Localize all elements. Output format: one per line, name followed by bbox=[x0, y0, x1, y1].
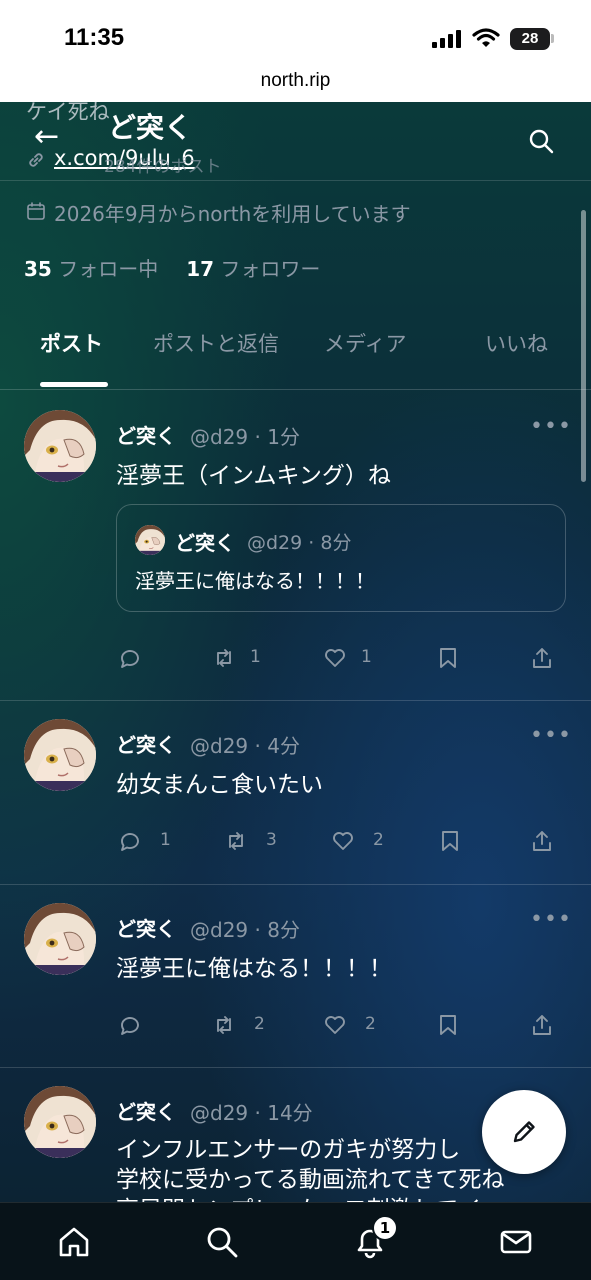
quote-text: 淫夢王に俺はなる！！！！ bbox=[135, 569, 375, 593]
post-actions: 2 2 bbox=[0, 1011, 591, 1041]
more-icon[interactable]: ••• bbox=[530, 723, 572, 748]
avatar[interactable] bbox=[24, 719, 96, 791]
link-icon bbox=[29, 153, 43, 167]
repost-count: 2 bbox=[254, 1014, 265, 1034]
post-actions: 1 1 bbox=[0, 644, 591, 674]
quote-meta: @d29 · 8分 bbox=[247, 532, 352, 554]
post-text: 淫夢王（インムキング）ね bbox=[116, 463, 391, 489]
post-text: 淫夢王に俺はなる！！！！ bbox=[116, 956, 392, 982]
avatar-picture bbox=[24, 410, 96, 482]
followers-count: 17 bbox=[186, 257, 215, 281]
avatar-picture bbox=[24, 719, 96, 791]
quote-author-name: ど突く bbox=[175, 531, 235, 555]
home-icon bbox=[59, 1227, 89, 1257]
reply-icon bbox=[121, 650, 139, 668]
followers-link[interactable]: 17 フォロワー bbox=[186, 257, 320, 281]
calendar-icon bbox=[27, 202, 45, 220]
post-text-line: インフルエンサーのガキが努力し bbox=[116, 1137, 461, 1163]
like-icon bbox=[325, 649, 345, 667]
bookmark-icon bbox=[440, 648, 456, 668]
wifi-icon bbox=[472, 28, 500, 47]
more-icon[interactable]: ••• bbox=[530, 907, 572, 932]
compose-pencil-icon bbox=[513, 1121, 535, 1143]
bookmark-icon bbox=[442, 831, 458, 851]
compose-button[interactable] bbox=[482, 1090, 566, 1174]
like-count: 1 bbox=[361, 647, 372, 667]
post-author-name[interactable]: ど突く bbox=[116, 729, 176, 758]
header-display-name: ど突く bbox=[108, 111, 193, 144]
reply-icon bbox=[121, 1017, 139, 1035]
avatar-picture bbox=[24, 1086, 96, 1158]
bookmark-icon bbox=[440, 1015, 456, 1035]
following-label: フォロー中 bbox=[58, 257, 159, 281]
avatar[interactable] bbox=[24, 1086, 96, 1158]
battery-indicator: 28 bbox=[510, 28, 550, 50]
nav-search[interactable] bbox=[205, 1225, 241, 1261]
battery-tip bbox=[551, 34, 554, 43]
post-item[interactable]: ど突く @d29 · 1分 ••• 淫夢王（インムキング）ね ど突く @d29 … bbox=[0, 390, 591, 701]
reply-icon bbox=[121, 833, 139, 851]
status-bar: 11:35 28 bbox=[0, 0, 591, 64]
active-tab-indicator bbox=[40, 382, 108, 387]
status-time: 11:35 bbox=[64, 24, 125, 51]
joined-date: 2026年9月からnorthを利用しています bbox=[54, 202, 411, 226]
tab-posts-and-replies[interactable]: ポストと返信 bbox=[153, 328, 279, 358]
share-icon bbox=[533, 1015, 551, 1035]
quoted-post[interactable]: ど突く @d29 · 8分 淫夢王に俺はなる！！！！ bbox=[116, 504, 566, 612]
post-meta: @d29 · 14分 bbox=[190, 1101, 313, 1125]
notification-badge: 1 bbox=[372, 1215, 398, 1241]
browser-url-bar[interactable]: north.rip bbox=[0, 64, 591, 102]
follow-stats: 35 フォロー中 17 フォロワー bbox=[24, 253, 320, 282]
cellular-signal-icon bbox=[432, 30, 461, 48]
tab-likes[interactable]: いいね bbox=[485, 328, 548, 358]
post-meta: @d29 · 4分 bbox=[190, 734, 300, 758]
repost-icon bbox=[229, 832, 243, 850]
search-icon bbox=[207, 1227, 238, 1258]
bottom-nav: 1 bbox=[0, 1202, 591, 1280]
post-author-name[interactable]: ど突く bbox=[116, 420, 176, 449]
nav-home[interactable] bbox=[57, 1225, 93, 1261]
avatar[interactable] bbox=[24, 410, 96, 482]
following-link[interactable]: 35 フォロー中 bbox=[24, 257, 158, 281]
post-text: 幼女まんこ食いたい bbox=[116, 772, 323, 798]
share-icon bbox=[533, 831, 551, 851]
tab-media[interactable]: メディア bbox=[324, 328, 407, 358]
post-meta: @d29 · 8分 bbox=[190, 918, 300, 942]
post-item[interactable]: ど突く @d29 · 8分 ••• 淫夢王に俺はなる！！！！ 2 2 bbox=[0, 885, 591, 1068]
post-author-name[interactable]: ど突く bbox=[116, 1096, 176, 1125]
repost-count: 1 bbox=[250, 647, 261, 667]
reply-count: 1 bbox=[160, 830, 171, 850]
profile-tabs: ポスト ポストと返信 メディア いいね bbox=[0, 312, 591, 390]
like-icon bbox=[333, 832, 353, 850]
like-count: 2 bbox=[373, 830, 384, 850]
header-post-count: 284件のポスト bbox=[104, 157, 222, 177]
post-item[interactable]: ど突く @d29 · 4分 ••• 幼女まんこ食いたい 1 3 2 bbox=[0, 701, 591, 885]
more-icon[interactable]: ••• bbox=[530, 414, 572, 439]
header-divider bbox=[0, 180, 591, 181]
repost-icon bbox=[217, 1016, 231, 1034]
tab-posts[interactable]: ポスト bbox=[40, 328, 103, 358]
repost-icon bbox=[217, 649, 231, 667]
avatar[interactable] bbox=[24, 903, 96, 975]
avatar-picture bbox=[24, 903, 96, 975]
like-icon bbox=[325, 1016, 345, 1034]
post-actions: 1 3 2 bbox=[0, 827, 591, 857]
post-text-line: 学校に受かってる動画流れてきて死ね bbox=[116, 1167, 505, 1193]
avatar-picture bbox=[135, 525, 165, 555]
like-count: 2 bbox=[365, 1014, 376, 1034]
mail-icon bbox=[500, 1230, 532, 1254]
nav-messages[interactable] bbox=[499, 1225, 535, 1261]
profile-page: ケイ死ね ← ど突く x.com/9ulu_6 284件のポスト 2026年9月… bbox=[0, 102, 591, 1202]
search-icon[interactable] bbox=[528, 128, 554, 154]
post-text-line: 高早門センプレ…ケーフ刺激してイ bbox=[116, 1190, 481, 1202]
following-count: 35 bbox=[24, 257, 52, 281]
post-meta: @d29 · 1分 bbox=[190, 425, 300, 449]
post-author-name[interactable]: ど突く bbox=[116, 913, 176, 942]
followers-label: フォロワー bbox=[220, 257, 321, 281]
share-icon bbox=[533, 648, 551, 668]
repost-count: 3 bbox=[266, 830, 277, 850]
quote-avatar bbox=[135, 525, 165, 555]
